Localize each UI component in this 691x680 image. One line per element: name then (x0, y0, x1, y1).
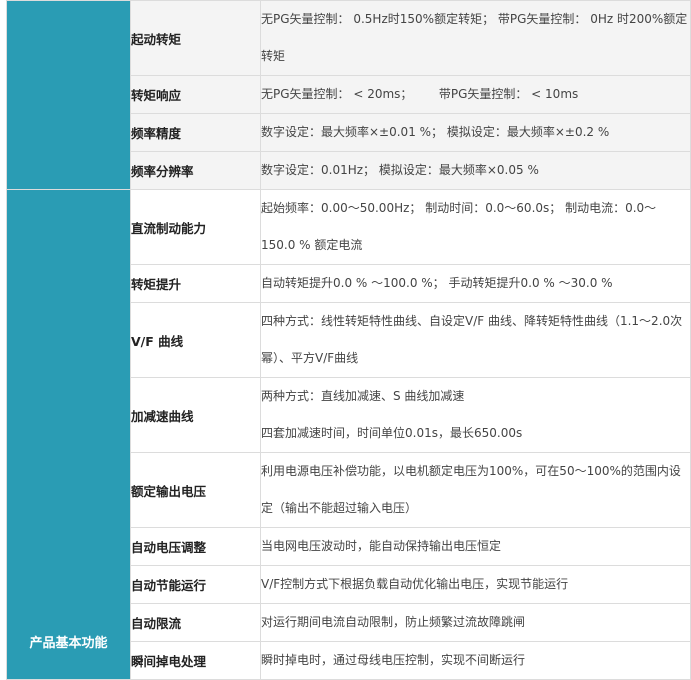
row-value: 自动转矩提升0.0 % ～100.0 %； 手动转矩提升0.0 % ～30.0 … (260, 264, 691, 303)
row-label: 频率精度 (130, 113, 261, 152)
table-row: 起动转矩 无PG矢量控制： 0.5Hz时150%额定转矩； 带PG矢量控制： 0… (6, 0, 691, 190)
row-value: V/F控制方式下根据负载自动优化输出电压，实现节能运行 (260, 565, 691, 604)
row-value: 瞬时掉电时，通过母线电压控制，实现不间断运行 (260, 641, 691, 680)
row-label: 加减速曲线 (130, 377, 261, 453)
value-line: 四套加减速时间，时间单位0.01s，最长650.00s (261, 426, 523, 440)
group-label: 产品基本功能 (29, 636, 108, 651)
row-label: 频率分辨率 (130, 151, 261, 190)
row-value: 无PG矢量控制： < 20ms； 带PG矢量控制： < 10ms (260, 75, 691, 114)
row-value: 数字设定：最大频率×±0.01 %； 模拟设定：最大频率×±0.2 % (260, 113, 691, 152)
group-cell-top (6, 0, 131, 190)
value-part: 带PG矢量控制： < 10ms (438, 87, 579, 101)
group-cell-basic-functions: 产品基本功能 (6, 189, 131, 680)
row-value: 两种方式：直线加减速、S 曲线加减速 四套加减速时间，时间单位0.01s，最长6… (260, 377, 691, 453)
row-value: 利用电源电压补偿功能，以电机额定电压为100%，可在50～100%的范围内设定（… (260, 452, 691, 528)
row-label: V/F 曲线 (130, 302, 261, 378)
row-label: 自动节能运行 (130, 565, 261, 604)
value-part: 无PG矢量控制： < 20ms； (261, 87, 413, 101)
row-value: 数字设定：0.01Hz； 模拟设定：最大频率×0.05 % (260, 151, 691, 190)
row-label: 自动限流 (130, 603, 261, 642)
row-label: 直流制动能力 (130, 189, 261, 265)
row-label: 起动转矩 (130, 0, 261, 76)
row-label: 瞬间掉电处理 (130, 641, 261, 680)
row-value: 无PG矢量控制： 0.5Hz时150%额定转矩； 带PG矢量控制： 0Hz 时2… (260, 0, 691, 76)
row-value: 对运行期间电流自动限制，防止频繁过流故障跳闸 (260, 603, 691, 642)
row-value: 四种方式：线性转矩特性曲线、自设定V/F 曲线、降转矩特性曲线（1.1～2.0次… (260, 302, 691, 378)
spec-table: 起动转矩 无PG矢量控制： 0.5Hz时150%额定转矩； 带PG矢量控制： 0… (6, 0, 691, 680)
row-value: 当电网电压波动时，能自动保持输出电压恒定 (260, 527, 691, 566)
row-label: 转矩响应 (130, 75, 261, 114)
row-label: 转矩提升 (130, 264, 261, 303)
row-label: 额定输出电压 (130, 452, 261, 528)
row-value: 起始频率：0.00～50.00Hz； 制动时间：0.0～60.0s； 制动电流：… (260, 189, 691, 265)
row-label: 自动电压调整 (130, 527, 261, 566)
table-row: 产品基本功能 直流制动能力 起始频率：0.00～50.00Hz； 制动时间：0.… (6, 189, 691, 680)
value-line: 两种方式：直线加减速、S 曲线加减速 (261, 389, 465, 403)
